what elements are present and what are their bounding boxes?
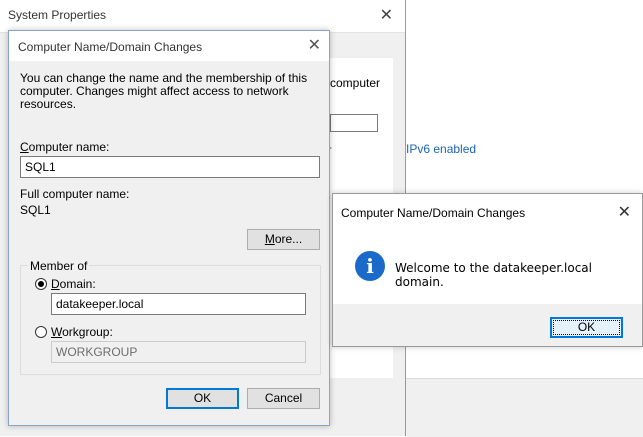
computer-name-dialog-title: Computer Name/Domain Changes [18, 40, 203, 54]
computer-name-dialog-titlebar: Computer Name/Domain Changes ✕ [9, 31, 329, 61]
background-input [330, 114, 378, 132]
cancel-button[interactable]: Cancel [247, 388, 320, 409]
system-properties-titlebar: System Properties ✕ [0, 0, 405, 33]
message-box-title: Computer Name/Domain Changes [341, 206, 526, 220]
ipv6-enabled-link[interactable]: IPv6 enabled [406, 142, 476, 156]
focus-rectangle [553, 320, 620, 335]
message-box-ok-button[interactable]: OK [550, 317, 623, 338]
welcome-message-box: Computer Name/Domain Changes ✕ i Welcome… [332, 193, 643, 347]
full-computer-name-label: Full computer name: [20, 187, 130, 201]
domain-input[interactable]: datakeeper.local [51, 293, 306, 315]
close-icon[interactable]: ✕ [618, 202, 631, 222]
welcome-message: Welcome to the datakeeper.local domain. [395, 261, 592, 289]
background-bottom-panel [406, 378, 643, 437]
workgroup-input[interactable]: WORKGROUP [51, 341, 306, 363]
system-properties-title: System Properties [8, 8, 107, 22]
close-icon[interactable]: ✕ [308, 35, 321, 55]
info-icon: i [355, 251, 385, 281]
domain-radio[interactable] [35, 278, 47, 290]
workgroup-label: Workgroup: [51, 325, 113, 339]
intro-text: You can change the name and the membersh… [20, 71, 308, 111]
workgroup-radio[interactable] [35, 326, 47, 338]
computer-name-input[interactable]: SQL1 [20, 156, 320, 178]
computer-name-label: Computer name: [20, 140, 110, 154]
background-computer-text: computer [330, 76, 381, 90]
more-button[interactable]: More... [247, 229, 320, 250]
ok-button[interactable]: OK [166, 388, 239, 409]
close-icon[interactable]: ✕ [380, 5, 393, 25]
domain-label: Domain: [51, 277, 96, 291]
computer-name-dialog: Computer Name/Domain Changes ✕ You can c… [8, 30, 330, 426]
full-computer-name-value: SQL1 [20, 203, 51, 217]
member-of-label: Member of [28, 259, 90, 273]
